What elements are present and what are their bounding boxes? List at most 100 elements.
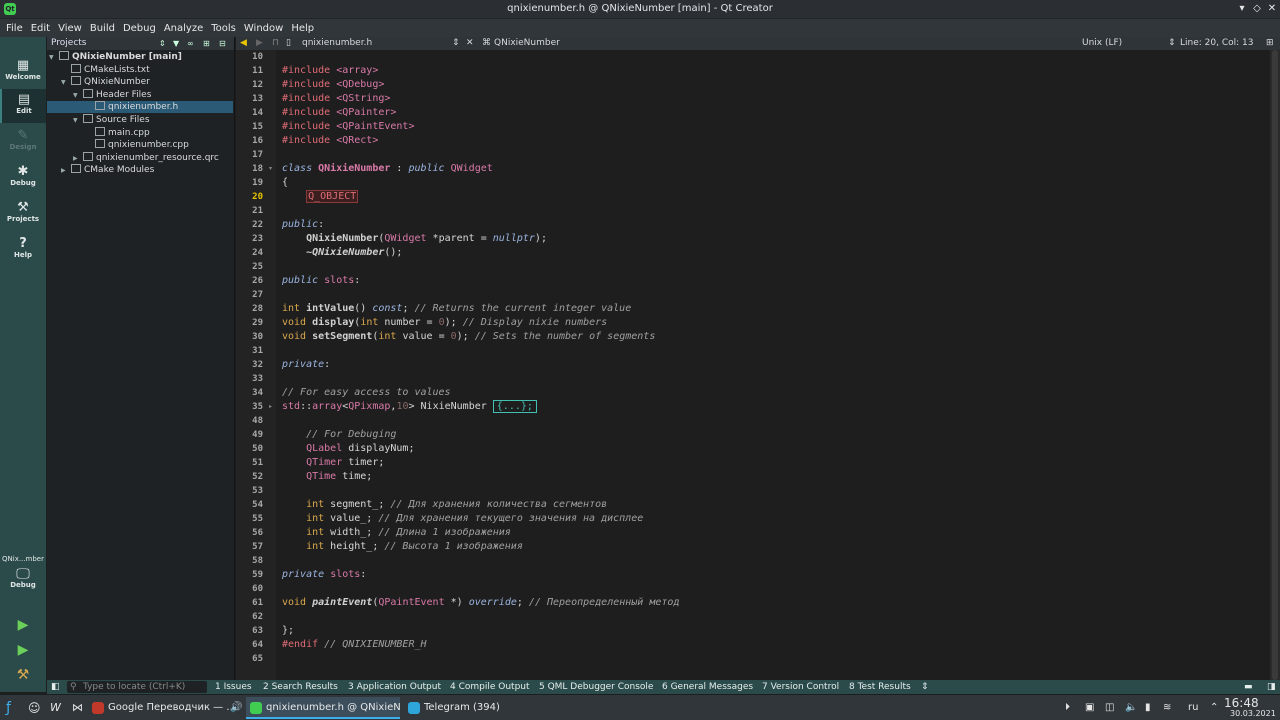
minimize-icon[interactable]: ▾ bbox=[1234, 1, 1250, 17]
tree-item[interactable]: qnixienumber.h bbox=[47, 101, 233, 114]
tray-expand-icon[interactable]: ⌃ bbox=[1210, 695, 1218, 720]
expand-arrow-icon[interactable]: ▼ bbox=[61, 77, 71, 89]
locator-input[interactable]: ⚲ Type to locate (Ctrl+K) bbox=[67, 681, 207, 693]
tree-item[interactable]: ▼ Source Files bbox=[73, 114, 150, 126]
mode-help[interactable]: ? Help bbox=[0, 233, 46, 267]
split-icon[interactable]: ⊞ bbox=[203, 37, 210, 50]
code-line[interactable]: { bbox=[282, 177, 288, 188]
close-file-icon[interactable]: ✕ bbox=[466, 38, 474, 48]
code-line[interactable]: #include <QString> bbox=[282, 93, 390, 104]
tree-item[interactable]: ▼ QNixieNumber bbox=[61, 76, 150, 88]
back-icon[interactable]: ◀ bbox=[240, 38, 247, 48]
code-line[interactable]: ~QNixieNumber(); bbox=[282, 247, 402, 258]
maximize-icon[interactable]: ◇ bbox=[1249, 1, 1265, 17]
code-line[interactable]: int value_; // Для хранения текущего зна… bbox=[282, 513, 643, 524]
close-icon[interactable]: ✕ bbox=[1264, 1, 1280, 17]
code-line[interactable]: QTime time; bbox=[282, 471, 372, 482]
kit-selector[interactable]: QNix...mber 🖵 Debug bbox=[0, 555, 46, 603]
menu-build[interactable]: Build bbox=[86, 23, 119, 34]
expand-arrow-icon[interactable]: ▼ bbox=[49, 52, 59, 64]
code-line[interactable]: #include <array> bbox=[282, 65, 378, 76]
taskbar-task[interactable]: Telegram (394) bbox=[404, 697, 558, 719]
code-line[interactable]: private slots: bbox=[282, 569, 366, 580]
menu-window[interactable]: Window bbox=[240, 23, 287, 34]
line-ending-selector[interactable]: Unix (LF) bbox=[1082, 38, 1122, 48]
audio-playing-icon[interactable]: 🔊 bbox=[230, 695, 242, 720]
code-line[interactable]: }; bbox=[282, 625, 294, 636]
code-line[interactable]: int width_; // Длина 1 изображения bbox=[282, 527, 511, 538]
mode-debug[interactable]: ✱ Debug bbox=[0, 161, 46, 195]
tree-item[interactable]: qnixienumber.cpp bbox=[85, 139, 189, 151]
filter-icon[interactable]: ▼ bbox=[173, 37, 179, 50]
tagger-icon[interactable]: W bbox=[50, 695, 61, 720]
tree-item[interactable]: main.cpp bbox=[85, 126, 150, 139]
cursor-position[interactable]: Line: 20, Col: 13 bbox=[1180, 38, 1253, 48]
code-line[interactable]: int segment_; // Для хранения количества… bbox=[282, 499, 607, 510]
code-line[interactable]: #endif // QNIXIENUMBER_H bbox=[282, 639, 427, 650]
code-line[interactable]: void display(int number = 0); // Display… bbox=[282, 317, 607, 328]
output-tab[interactable]: 5 QML Debugger Console bbox=[539, 682, 653, 692]
code-line[interactable]: public slots: bbox=[282, 275, 360, 286]
collapse-arrow-icon[interactable]: ▶ bbox=[73, 153, 83, 165]
open-file-name[interactable]: qnixienumber.h bbox=[302, 38, 372, 48]
code-editor[interactable]: 10 11 12 13 14 15 16 17 18 ▾ 19 20 21 22 23 24 25 26 27 28 2… bbox=[236, 50, 1270, 680]
expand-arrow-icon[interactable]: ▼ bbox=[73, 115, 83, 127]
scrollbar-thumb[interactable] bbox=[1272, 50, 1278, 680]
vscode-icon[interactable]: ⋈ bbox=[72, 695, 83, 720]
output-tab[interactable]: 4 Compile Output bbox=[450, 682, 530, 692]
output-tab[interactable]: 1 Issues bbox=[215, 682, 252, 692]
code-line[interactable]: void setSegment(int value = 0); // Sets … bbox=[282, 331, 655, 342]
taskbar-task[interactable]: Google Переводчик — ... bbox=[88, 697, 242, 719]
code-line[interactable]: std::array<QPixmap,10> NixieNumber {...}… bbox=[282, 400, 537, 413]
symbol-selector[interactable]: QNixieNumber bbox=[494, 38, 560, 48]
discord-icon[interactable]: ☺ bbox=[28, 695, 41, 720]
menu-analyze[interactable]: Analyze bbox=[160, 23, 207, 34]
code-line[interactable]: int intValue() const; // Returns the cur… bbox=[282, 303, 631, 314]
mode-design[interactable]: ✎ Design bbox=[0, 125, 46, 159]
fold-marker-icon[interactable]: ▸ bbox=[269, 403, 272, 410]
update-icon[interactable]: ◫ bbox=[1105, 695, 1114, 720]
code-line[interactable]: #include <QRect> bbox=[282, 135, 378, 146]
tree-item[interactable]: ▼ QNixieNumber [main] bbox=[49, 51, 182, 63]
menu-file[interactable]: File bbox=[2, 23, 27, 34]
link-icon[interactable]: ∞ bbox=[187, 37, 194, 50]
code-line[interactable]: void paintEvent(QPaintEvent *) override;… bbox=[282, 597, 679, 608]
toggle-sidebar-icon[interactable]: ◧ bbox=[51, 682, 60, 692]
code-line[interactable]: #include <QPainter> bbox=[282, 107, 396, 118]
media-play-icon[interactable]: ⏵ bbox=[1065, 695, 1070, 720]
code-line[interactable]: // For easy access to values bbox=[282, 387, 451, 398]
taskbar-task[interactable]: qnixienumber.h @ QNixieNu... bbox=[246, 697, 400, 719]
output-tab[interactable]: 2 Search Results bbox=[263, 682, 338, 692]
menu-debug[interactable]: Debug bbox=[119, 23, 160, 34]
code-line[interactable]: // For Debuging bbox=[282, 429, 396, 440]
file-dropdown-icon[interactable]: ⇕ bbox=[452, 38, 460, 48]
clock-date[interactable]: 30.03.2021 bbox=[1230, 701, 1276, 720]
fold-marker-icon[interactable]: ▾ bbox=[269, 165, 272, 172]
app-launcher-icon[interactable]: ƒ bbox=[6, 695, 11, 720]
clipboard-icon[interactable]: ▣ bbox=[1085, 695, 1094, 720]
output-tab[interactable]: 7 Version Control bbox=[762, 682, 839, 692]
output-tab[interactable]: 8 Test Results bbox=[849, 682, 911, 692]
collapse-arrow-icon[interactable]: ▶ bbox=[61, 165, 71, 177]
toggle-output-icon[interactable]: ◨ bbox=[1267, 682, 1276, 692]
keyboard-layout[interactable]: ru bbox=[1188, 695, 1198, 720]
code-line[interactable]: Q_OBJECT bbox=[282, 190, 359, 203]
volume-icon[interactable]: 🔈 bbox=[1125, 695, 1137, 720]
close-pane-icon[interactable]: ⊟ bbox=[219, 37, 226, 50]
split-editor-icon[interactable]: ⊞ bbox=[1266, 38, 1274, 48]
chevron-updown-icon[interactable]: ⇕ bbox=[159, 37, 166, 50]
code-line[interactable]: #include <QPaintEvent> bbox=[282, 121, 414, 132]
code-line[interactable]: #include <QDebug> bbox=[282, 79, 384, 90]
battery-icon[interactable]: ▮ bbox=[1145, 695, 1151, 720]
code-line[interactable]: QLabel displayNum; bbox=[282, 443, 414, 454]
code-line[interactable]: public: bbox=[282, 219, 324, 230]
mode-projects[interactable]: ⚒ Projects bbox=[0, 197, 46, 231]
code-line[interactable]: QTimer timer; bbox=[282, 457, 384, 468]
menu-view[interactable]: View bbox=[54, 23, 86, 34]
code-line[interactable]: private: bbox=[282, 359, 330, 370]
tree-item[interactable]: ▶ qnixienumber_resource.qrc bbox=[73, 151, 219, 165]
line-ending-dropdown-icon[interactable]: ⇕ bbox=[1168, 38, 1176, 48]
code-line[interactable]: int height_; // Высота 1 изображения bbox=[282, 541, 523, 552]
tree-item[interactable]: CMakeLists.txt bbox=[61, 63, 150, 76]
menu-help[interactable]: Help bbox=[287, 23, 318, 34]
